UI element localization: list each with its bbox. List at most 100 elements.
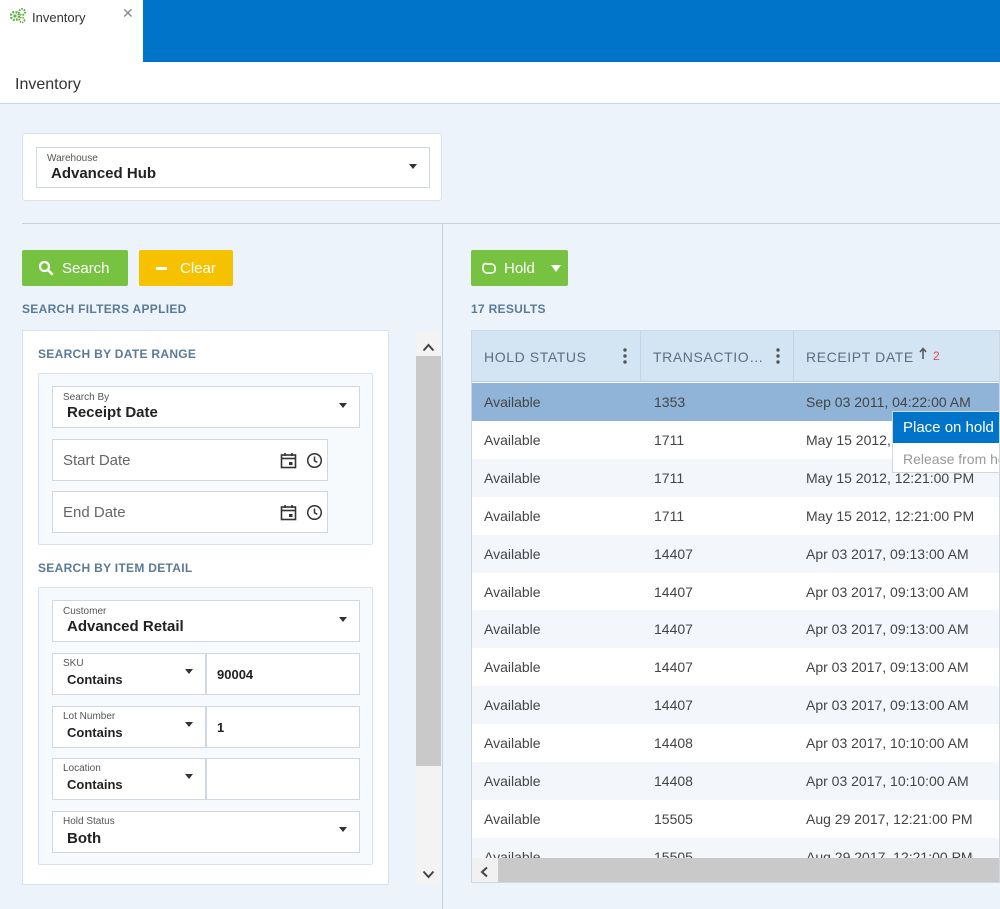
sku-operator: Contains [67,672,123,687]
sort-arrow-up-icon [919,347,927,363]
cell-hold-status: Available [484,583,541,600]
cell-hold-status: Available [484,431,541,448]
table-row[interactable]: Available 14408 Apr 03 2017, 10:10:00 AM [472,724,999,762]
lot-value: 1 [217,720,225,735]
warehouse-card: Warehouse Advanced Hub [22,133,442,201]
clock-icon[interactable] [306,452,323,474]
chevron-up-icon[interactable] [422,339,435,357]
cell-hold-status: Available [484,773,541,789]
table-row[interactable]: Available 1711 May 15 2012, 12:21:00 PM [472,497,999,535]
caret-down-icon[interactable] [550,264,561,272]
tab-inventory[interactable]: Inventory ✕ [0,0,143,62]
chevron-left-icon[interactable] [480,865,489,882]
clear-button-label: Clear [180,259,216,277]
cell-hold-status: Available [484,697,541,714]
calendar-icon[interactable] [280,504,297,526]
cell-receipt-date: Aug 29 2017, 12:21:00 PM [806,810,973,827]
search-by-label: Search By [63,392,110,403]
cell-receipt-date: Apr 03 2017, 09:13:00 AM [806,697,969,714]
column-hold-status-label: HOLD STATUS [484,349,587,365]
cell-transaction: 14407 [654,621,693,638]
cell-receipt-date: Apr 03 2017, 09:13:00 AM [806,583,969,600]
cell-transaction: 14407 [654,659,693,676]
date-range-title: SEARCH BY DATE RANGE [38,347,197,361]
search-by-select[interactable]: Search By Receipt Date [52,386,360,428]
filters-title: SEARCH FILTERS APPLIED [22,302,187,316]
table-row[interactable]: Available 14407 Apr 03 2017, 09:13:00 AM [472,648,999,686]
table-row[interactable]: Available 14407 Apr 03 2017, 09:13:00 AM [472,573,999,611]
cell-transaction: 14408 [654,735,693,752]
cell-receipt-date: Sep 03 2011, 04:22:00 AM [806,394,971,410]
search-button-label: Search [62,259,110,277]
hold-status-select[interactable]: Hold Status Both [52,811,360,853]
close-icon[interactable]: ✕ [122,5,134,22]
item-detail-title: SEARCH BY ITEM DETAIL [38,561,193,575]
cell-receipt-date: Apr 03 2017, 09:13:00 AM [806,545,969,562]
start-date-field[interactable]: Start Date [52,439,328,481]
sku-operator-select[interactable]: SKU Contains [52,653,206,695]
results-count: 17 RESULTS [471,302,546,316]
panel-divider [442,224,443,909]
customer-select[interactable]: Customer Advanced Retail [52,600,360,642]
page-header: Inventory [0,62,1000,104]
location-operator-select[interactable]: Location Contains [52,758,206,800]
chevron-down-icon [409,164,417,169]
filter-panel: SEARCH BY DATE RANGE Search By Receipt D… [22,330,389,885]
chevron-down-icon [185,774,193,779]
column-receipt-date[interactable]: RECEIPT DATE 2 [794,331,999,382]
search-button[interactable]: Search [22,250,128,286]
column-transaction[interactable]: TRANSACTIO… [641,331,794,382]
search-by-value: Receipt Date [67,404,158,421]
grid-horizontal-scrollbar[interactable] [472,858,999,882]
sku-value: 90004 [217,667,254,682]
table-row[interactable]: Available 14407 Apr 03 2017, 09:13:00 AM [472,610,999,649]
cell-receipt-date: Apr 03 2017, 09:13:00 AM [806,659,969,676]
cell-transaction: 1353 [654,394,686,410]
cell-receipt-date: Apr 03 2017, 09:13:00 AM [806,621,969,638]
column-transaction-label: TRANSACTIO… [653,349,764,365]
sku-input[interactable]: 90004 [206,653,360,695]
page-title: Inventory [15,76,81,93]
date-range-card: Search By Receipt Date Start Date End Da… [38,373,373,545]
menu-item-place-on-hold[interactable]: Place on hold [893,412,999,443]
cell-hold-status: Available [484,545,541,562]
hold-button[interactable]: Hold [471,250,568,286]
column-hold-status[interactable]: HOLD STATUS [472,331,641,382]
table-row[interactable]: Available 14407 Apr 03 2017, 09:13:00 AM [472,686,999,725]
column-menu-icon[interactable] [776,348,780,367]
lot-input[interactable]: 1 [206,706,360,748]
minus-icon [156,266,167,270]
scroll-thumb[interactable] [416,356,441,766]
chevron-down-icon [339,403,347,408]
end-date-field[interactable]: End Date [52,491,328,533]
table-row[interactable]: Available 14408 Apr 03 2017, 10:10:00 AM [472,762,999,800]
lot-operator-select[interactable]: Lot Number Contains [52,706,206,748]
filter-scrollbar[interactable] [416,331,441,885]
cell-transaction: 14407 [654,583,693,600]
top-bar [0,0,1000,62]
table-row[interactable]: Available 14407 Apr 03 2017, 09:13:00 AM [472,534,999,573]
gears-icon [9,8,27,29]
chevron-down-icon [339,827,347,832]
chevron-down-icon [185,722,193,727]
location-input[interactable] [206,758,360,800]
column-menu-icon[interactable] [623,348,627,367]
table-row[interactable]: Available 15505 Aug 29 2017, 12:21:00 PM [472,800,999,838]
item-detail-card: Customer Advanced Retail SKU Contains 90… [38,587,373,865]
cell-receipt-date: Apr 03 2017, 10:10:00 AM [806,735,969,752]
hold-button-label: Hold [504,259,535,277]
chevron-down-icon[interactable] [422,866,435,884]
column-receipt-date-label: RECEIPT DATE [806,349,914,365]
menu-item-release-from-hold[interactable]: Release from hold [893,443,999,472]
cell-hold-status: Available [484,659,541,676]
search-icon [38,260,54,276]
calendar-icon[interactable] [280,452,297,474]
chevron-down-icon [339,617,347,622]
clear-button[interactable]: Clear [139,250,233,286]
location-operator: Contains [67,777,123,792]
horizontal-scroll-thumb[interactable] [498,858,999,882]
clock-icon[interactable] [306,504,323,526]
cell-hold-status: Available [484,507,541,524]
warehouse-select[interactable]: Warehouse Advanced Hub [36,147,430,188]
warehouse-value: Advanced Hub [51,165,157,182]
